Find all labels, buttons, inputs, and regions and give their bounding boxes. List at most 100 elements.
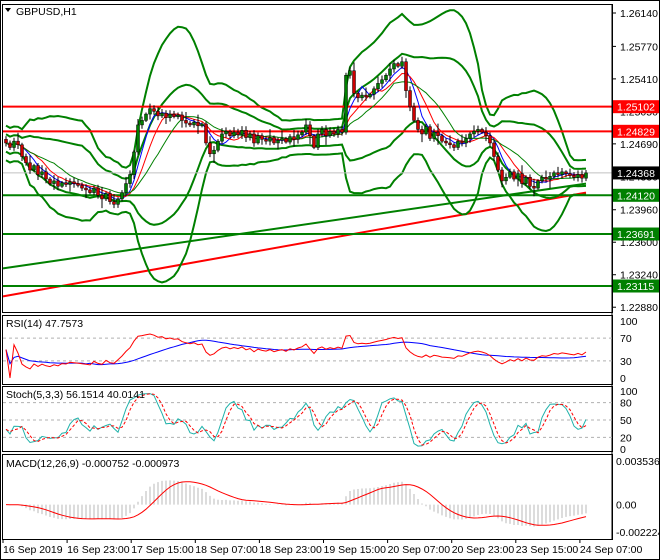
candle-body	[396, 63, 400, 67]
candle-body	[104, 193, 108, 200]
candle-body	[36, 165, 40, 175]
candle-body	[436, 131, 440, 136]
time-tick-label: 16 Sep 23:00	[67, 544, 130, 556]
candle-body	[88, 189, 92, 193]
candle-body	[20, 144, 24, 157]
candle-body	[112, 201, 116, 205]
candle-body	[236, 131, 240, 136]
candle-body	[116, 198, 120, 205]
time-tick-label: 23 Sep 15:00	[516, 544, 579, 556]
candle-body	[12, 140, 16, 148]
candle-body	[516, 173, 520, 180]
time-tick-label: 19 Sep 15:00	[324, 544, 387, 556]
candle	[144, 112, 148, 123]
level-price-label: 1.24829	[617, 126, 655, 138]
candle-body	[84, 187, 88, 191]
candle-body	[164, 112, 168, 118]
candle-body	[504, 177, 508, 182]
candle-body	[580, 174, 584, 179]
candle-body	[72, 181, 76, 184]
candle-body	[272, 137, 276, 144]
candle-body	[460, 140, 464, 144]
candle-body	[368, 93, 372, 98]
candle-body	[40, 171, 44, 175]
macd-tick-label: 0.00	[616, 500, 637, 512]
rsi-tick-label: 0	[620, 373, 626, 385]
candle-body	[352, 70, 356, 94]
candle-body	[556, 172, 560, 175]
candle-body	[68, 181, 72, 185]
time-tick-label: 18 Sep 07:00	[195, 544, 258, 556]
rsi-tick-label: 30	[620, 356, 632, 368]
candle-body	[332, 130, 336, 135]
candle-body	[372, 88, 376, 95]
candle-body	[408, 90, 412, 108]
price-tick-label: 1.24690	[620, 139, 658, 151]
candle-body	[92, 187, 96, 193]
candle-body	[416, 120, 420, 130]
candle-body	[268, 137, 272, 142]
rsi-tick-label: 70	[620, 333, 632, 345]
level-price-label: 1.23115	[617, 281, 654, 293]
candle-body	[548, 176, 552, 180]
stoch-tick-label: 80	[620, 398, 632, 410]
candle-body	[108, 193, 112, 202]
candle	[204, 121, 208, 146]
candle-body	[508, 171, 512, 178]
candle-body	[484, 131, 488, 136]
rsi-tick-label: 100	[620, 316, 638, 328]
macd-tick-label: -0.002224	[616, 527, 660, 539]
candle-body	[252, 133, 256, 144]
candle-body	[28, 162, 32, 171]
candle-body	[328, 130, 332, 136]
candle-body	[212, 149, 216, 155]
candle-body	[308, 124, 312, 136]
candle-body	[404, 61, 408, 91]
price-tick-label: 1.23960	[620, 205, 658, 217]
candle-body	[476, 129, 480, 132]
candle-body	[492, 142, 496, 157]
candle-body	[584, 172, 588, 179]
time-tick-label: 16 Sep 2019	[3, 544, 63, 556]
level-price-tag: 1.25102	[613, 100, 659, 114]
candle-body	[532, 186, 536, 189]
candle	[216, 139, 220, 153]
stoch-tick-label: 100	[620, 386, 638, 398]
candle-body	[432, 131, 436, 139]
candle-body	[392, 63, 396, 70]
candle-body	[200, 123, 204, 127]
candle-body	[464, 138, 468, 144]
macd-tick-label: 0.003536	[616, 456, 660, 468]
candle-body	[44, 171, 48, 180]
candle-body	[428, 126, 432, 139]
level-price-tag: 1.24829	[613, 124, 659, 138]
candle-body	[564, 171, 568, 174]
candle-body	[224, 130, 228, 135]
candle-body	[240, 130, 244, 136]
candle-body	[208, 142, 212, 155]
candle-body	[552, 172, 556, 177]
candle-body	[120, 192, 124, 200]
candle-body	[80, 185, 84, 189]
candle-body	[560, 171, 564, 175]
candle-body	[348, 70, 352, 76]
candle-body	[124, 183, 128, 193]
chart-canvas[interactable]: GBPUSD,H11.261401.257701.254101.250501.2…	[0, 0, 660, 560]
candle-body	[52, 180, 56, 184]
candle-body	[152, 108, 156, 112]
rsi-title: RSI(14) 47.7573	[6, 318, 83, 330]
candle-body	[248, 133, 252, 138]
candle-body	[480, 129, 484, 133]
candle-body	[280, 138, 284, 141]
candle-body	[8, 142, 12, 148]
candle-body	[572, 175, 576, 178]
candle-body	[264, 139, 268, 142]
price-tick-label: 1.22880	[620, 302, 658, 314]
candle-body	[76, 183, 80, 186]
stoch-tick-label: 20	[620, 432, 632, 444]
candle-body	[168, 113, 172, 118]
candle	[312, 134, 316, 150]
candle-body	[284, 138, 288, 143]
candle-body	[336, 129, 340, 135]
candle-body	[244, 130, 248, 138]
